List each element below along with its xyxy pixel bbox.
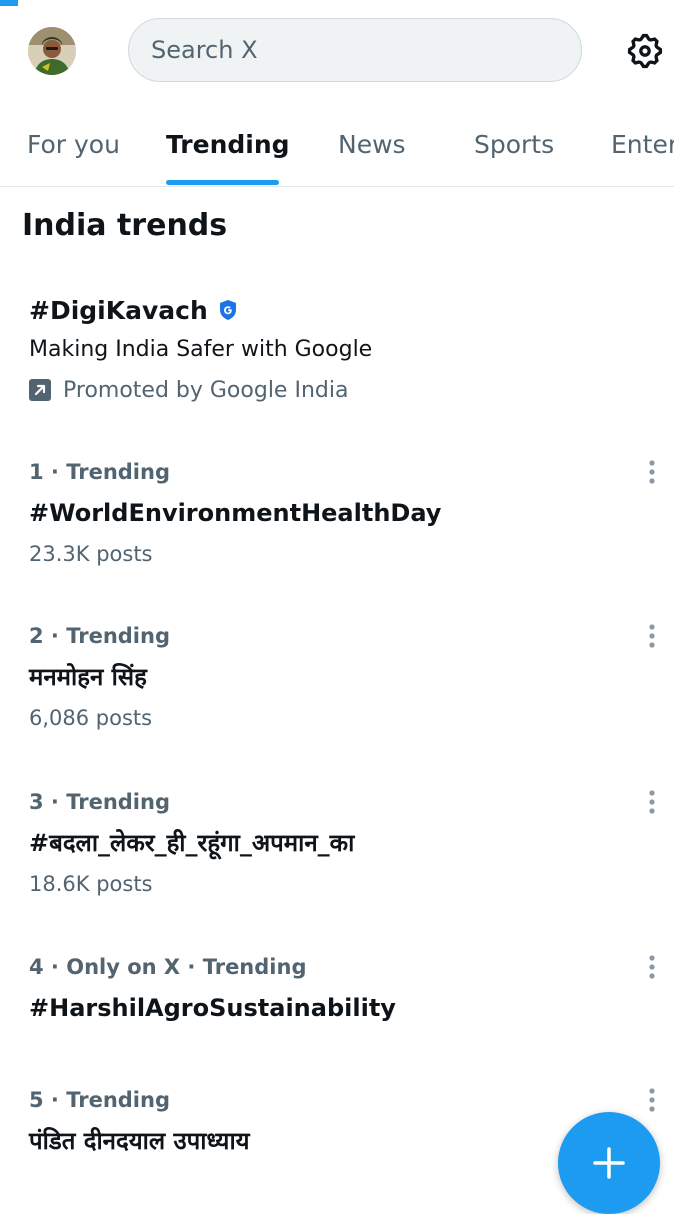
more-options-button[interactable] xyxy=(640,622,664,652)
top-accent-bar xyxy=(0,0,18,6)
trend-meta: 3 · Trending xyxy=(29,790,170,814)
trend-name[interactable]: #WorldEnvironmentHealthDay xyxy=(29,491,669,535)
tab-sports[interactable]: Sports xyxy=(474,130,554,159)
plus-icon xyxy=(593,1147,625,1179)
promoted-description: Making India Safer with Google xyxy=(29,337,373,362)
compose-post-button[interactable] xyxy=(558,1112,660,1214)
trend-item[interactable]: 1 · Trending #WorldEnvironmentHealthDay … xyxy=(29,453,669,573)
more-options-button[interactable] xyxy=(640,458,664,488)
tab-for-you[interactable]: For you xyxy=(27,130,120,159)
trend-post-count: 6,086 posts xyxy=(29,706,153,730)
more-vertical-icon xyxy=(649,624,655,648)
tab-news[interactable]: News xyxy=(338,130,406,159)
tab-bar: For you Trending News Sports Enter xyxy=(0,110,674,187)
more-vertical-icon xyxy=(649,955,655,979)
more-options-button[interactable] xyxy=(640,953,664,983)
promoted-icon xyxy=(29,379,51,401)
google-verified-badge-icon xyxy=(219,300,236,320)
avatar[interactable] xyxy=(28,27,76,75)
settings-button[interactable] xyxy=(622,28,668,74)
more-vertical-icon xyxy=(649,460,655,484)
trend-meta: 5 · Trending xyxy=(29,1088,170,1112)
trend-item[interactable]: 3 · Trending #बदला_लेकर_ही_रहूंगा_अपमान_… xyxy=(29,783,669,903)
search-bar[interactable] xyxy=(128,18,582,82)
trend-item[interactable]: 2 · Trending मनमोहन सिंह 6,086 posts xyxy=(29,617,669,737)
more-vertical-icon xyxy=(649,1088,655,1112)
promoted-hashtag[interactable]: #DigiKavach xyxy=(29,296,208,325)
trend-meta: 4 · Only on X · Trending xyxy=(29,955,307,979)
trend-item[interactable]: 4 · Only on X · Trending #HarshilAgroSus… xyxy=(29,948,669,1030)
trend-name[interactable]: #बदला_लेकर_ही_रहूंगा_अपमान_का xyxy=(29,821,669,865)
avatar-image xyxy=(28,27,76,75)
more-vertical-icon xyxy=(649,790,655,814)
section-title: India trends xyxy=(22,208,228,243)
trend-meta: 1 · Trending xyxy=(29,460,170,484)
trend-name[interactable]: #HarshilAgroSustainability xyxy=(29,986,669,1030)
trend-name[interactable]: मनमोहन सिंह xyxy=(29,655,669,699)
trend-post-count: 23.3K posts xyxy=(29,542,153,566)
search-input[interactable] xyxy=(151,36,551,64)
more-options-button[interactable] xyxy=(640,1086,664,1116)
tab-entertainment[interactable]: Enter xyxy=(611,130,674,159)
more-options-button[interactable] xyxy=(640,788,664,818)
trend-meta: 2 · Trending xyxy=(29,624,170,648)
active-tab-indicator xyxy=(166,180,279,185)
tab-trending[interactable]: Trending xyxy=(166,130,290,159)
promoted-by-label: Promoted by Google India xyxy=(63,377,349,403)
promoted-trend[interactable]: #DigiKavach Making India Safer with Goog… xyxy=(29,290,649,410)
trend-post-count: 18.6K posts xyxy=(29,872,153,896)
gear-icon xyxy=(627,33,663,69)
